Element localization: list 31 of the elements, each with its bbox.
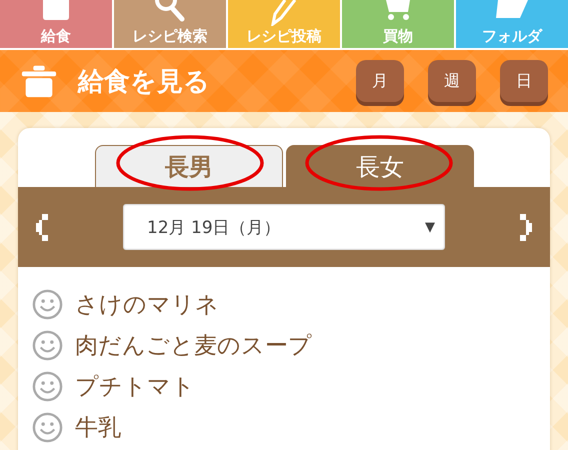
nav-label: フォルダ bbox=[482, 26, 542, 46]
search-icon bbox=[155, 0, 185, 22]
view-button[interactable]: 週 bbox=[428, 60, 476, 102]
dish-name: プチトマト bbox=[75, 373, 195, 402]
pencil-icon bbox=[271, 0, 297, 26]
nav-tab[interactable]: レシピ検索 bbox=[114, 0, 226, 48]
view-button[interactable]: 月 bbox=[356, 60, 404, 102]
page-title: 給食を見る bbox=[78, 66, 210, 98]
box-icon bbox=[43, 0, 69, 20]
child-tab[interactable]: 長女 bbox=[286, 145, 474, 187]
view-button[interactable]: 日 bbox=[500, 60, 548, 102]
dish-name: 肉だんごと麦のスープ bbox=[75, 332, 312, 361]
date-select[interactable]: 12月 19日（月） ▼ bbox=[123, 204, 445, 250]
smiley-icon[interactable] bbox=[32, 289, 63, 320]
nav-tab[interactable]: フォルダ bbox=[456, 0, 568, 48]
smiley-icon[interactable] bbox=[32, 371, 63, 402]
dish-name: さけのマリネ bbox=[75, 291, 219, 320]
nav-label: レシピ検索 bbox=[132, 26, 208, 46]
child-tab[interactable]: 長男 bbox=[95, 145, 283, 187]
folder-icon bbox=[496, 0, 528, 18]
cart-icon bbox=[384, 0, 412, 20]
nav-tab[interactable]: 買物 bbox=[342, 0, 454, 48]
nav-label: 買物 bbox=[383, 26, 413, 46]
nav-label: レシピ投稿 bbox=[246, 26, 322, 46]
smiley-icon[interactable] bbox=[32, 412, 63, 443]
nav-label: 給食 bbox=[41, 26, 71, 46]
dish-name: 牛乳 bbox=[75, 414, 121, 443]
nav-tab[interactable]: 給食 bbox=[0, 0, 112, 48]
next-icon[interactable] bbox=[517, 214, 532, 240]
smiley-icon[interactable] bbox=[32, 330, 63, 361]
previous-icon[interactable] bbox=[36, 214, 51, 240]
